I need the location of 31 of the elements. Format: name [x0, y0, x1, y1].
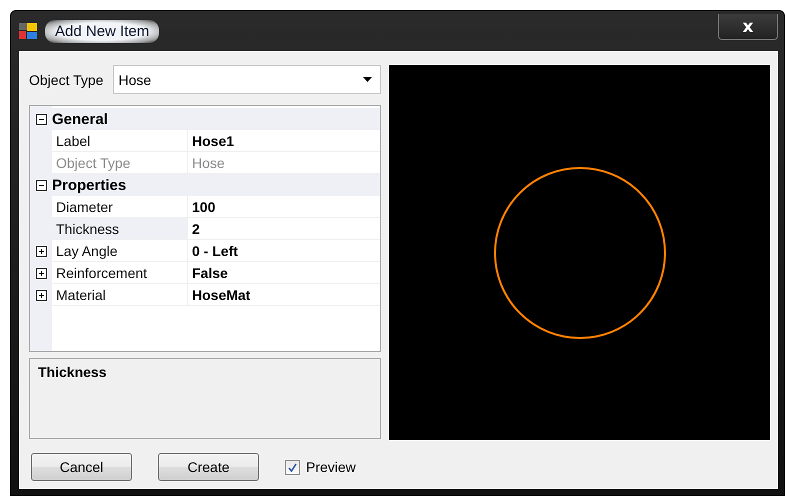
create-button[interactable]: Create [158, 453, 259, 481]
category-header[interactable]: Properties [52, 176, 126, 194]
preview-checkbox[interactable] [285, 460, 300, 474]
property-name[interactable]: Material [52, 284, 188, 306]
property-name[interactable]: Diameter [52, 196, 188, 218]
property-value[interactable]: False [188, 262, 380, 284]
check-icon [288, 462, 297, 472]
property-value[interactable]: 0 - Left [188, 240, 380, 262]
cancel-button[interactable]: Cancel [31, 453, 132, 481]
property-value[interactable]: 2 [188, 218, 380, 240]
collapse-icon[interactable] [36, 114, 46, 124]
property-value[interactable]: HoseMat [188, 284, 380, 306]
collapse-icon[interactable] [36, 180, 46, 190]
property-name[interactable]: Thickness [52, 218, 188, 240]
close-button[interactable]: x [718, 14, 778, 40]
property-name[interactable]: Reinforcement [52, 262, 188, 284]
expand-icon[interactable] [36, 290, 46, 300]
expand-icon[interactable] [36, 246, 46, 256]
dropdown-arrow-icon [363, 77, 372, 82]
description-title: Thickness [38, 364, 106, 380]
preview-label: Preview [306, 459, 356, 475]
property-value[interactable]: 100 [188, 196, 380, 218]
object-type-dropdown[interactable]: Hose [113, 65, 381, 94]
property-name[interactable]: Label [52, 130, 188, 152]
object-type-label: Object Type [29, 72, 104, 88]
property-name[interactable]: Lay Angle [52, 240, 188, 262]
category-header[interactable]: General [52, 110, 108, 128]
property-value[interactable]: Hose1 [188, 130, 380, 152]
window-title: Add New Item [45, 20, 160, 42]
expand-icon[interactable] [36, 268, 46, 278]
app-icon [19, 23, 37, 39]
